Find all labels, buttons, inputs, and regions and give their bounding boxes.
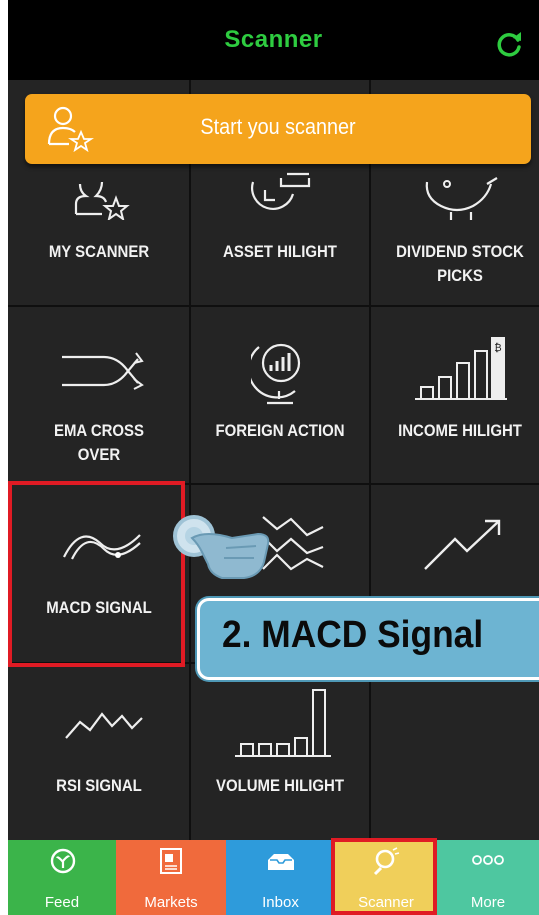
tap-hand-icon: [173, 515, 270, 579]
grid-item-label: VOLUME HILIGHT: [215, 776, 344, 795]
grid-item-label: EMA CROSS OVER: [53, 421, 145, 464]
svg-text:₿: ₿: [494, 342, 501, 354]
grid-item-label: FOREIGN ACTION: [215, 421, 345, 440]
grid-item-rsi-signal[interactable]: RSI SIGNAL: [10, 664, 188, 840]
refresh-icon[interactable]: [493, 28, 525, 60]
trend-up-icon: [424, 519, 501, 570]
more-icon: [472, 855, 504, 865]
clock-document-icon: [251, 172, 311, 210]
volume-bars-icon: [235, 689, 331, 757]
grid-item-foreign-action[interactable]: FOREIGN ACTION: [191, 307, 369, 483]
markets-icon: [160, 848, 182, 874]
start-scanner-label: Start you scanner: [200, 114, 356, 139]
bottom-tab-bar: Feed Markets Inbox Scanner More: [8, 840, 539, 915]
grid-item-label: RSI SIGNAL: [56, 776, 142, 795]
grid-item-asset-hilight[interactable]: ASSET HILIGHT: [191, 164, 369, 305]
grid-item-ema-cross-over[interactable]: EMA CROSS OVER: [10, 307, 188, 483]
tab-label: Markets: [144, 894, 198, 911]
phone-screen: Scanner MY SCANNER ASSET HILIGHT DIVIDEN…: [8, 0, 539, 915]
tab-label: Inbox: [262, 894, 299, 911]
globe-chart-icon: [251, 343, 301, 405]
highlight-box-scanner-tab: [331, 838, 437, 915]
piggy-bank-icon: [425, 177, 498, 220]
macd-callout: 2. MACD Signal: [197, 598, 539, 680]
tab-markets[interactable]: Markets: [116, 840, 226, 915]
grid-item-label: ASSET HILIGHT: [223, 242, 337, 261]
bar-chart-icon: ₿: [415, 337, 507, 400]
inbox-icon: [268, 854, 294, 870]
rsi-line-icon: [65, 712, 143, 739]
page-title: Scanner: [224, 26, 323, 53]
grid-item-label: INCOME HILIGHT: [398, 421, 522, 440]
user-star-icon: [74, 181, 130, 220]
tab-inbox[interactable]: Inbox: [226, 840, 335, 915]
grid-item-dividend-stock-picks[interactable]: DIVIDEND STOCK PICKS: [371, 164, 539, 305]
crossing-lines-icon: [62, 352, 144, 390]
tab-feed[interactable]: Feed: [8, 840, 116, 915]
highlight-box-macd: [8, 481, 185, 667]
feed-icon: [50, 848, 76, 874]
start-scanner-button[interactable]: Start you scanner: [25, 94, 531, 164]
callout-text: 2. MACD Signal: [222, 614, 484, 656]
grid-item-income-hilight[interactable]: ₿ INCOME HILIGHT: [371, 307, 539, 483]
tab-label: More: [470, 894, 506, 911]
app-header: Scanner: [8, 0, 539, 80]
grid-item-trend-up[interactable]: [371, 485, 539, 598]
tab-more[interactable]: More: [437, 840, 539, 915]
grid-item-my-scanner[interactable]: MY SCANNER: [10, 164, 188, 305]
grid-item-label: MY SCANNER: [48, 242, 150, 261]
grid-item-label: DIVIDEND STOCK PICKS: [396, 242, 524, 285]
grid-item-volume-hilight[interactable]: VOLUME HILIGHT: [191, 664, 369, 840]
tab-label: Feed: [44, 894, 80, 911]
